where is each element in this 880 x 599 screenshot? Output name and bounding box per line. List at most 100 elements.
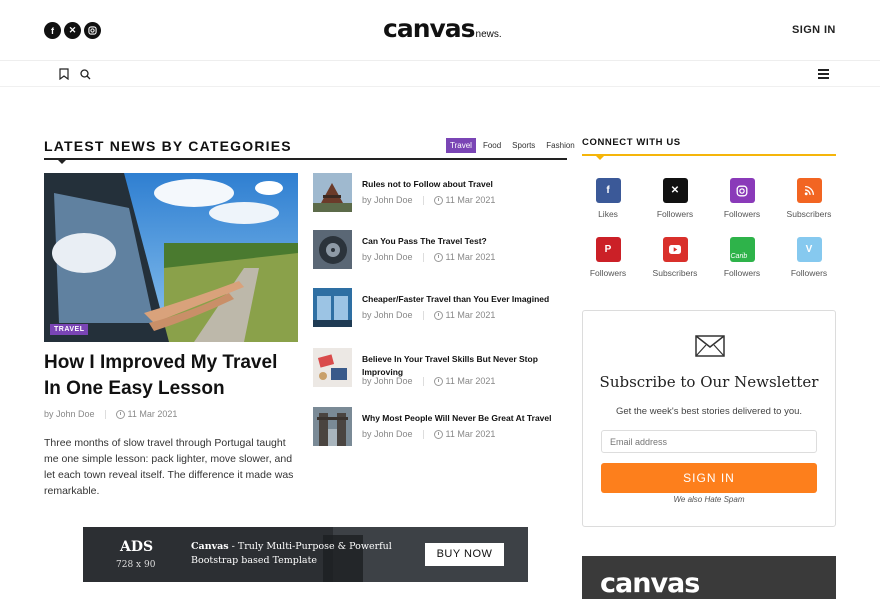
meta-separator: [422, 195, 424, 205]
x-icon[interactable]: ✕: [64, 22, 81, 39]
author[interactable]: by John Doe: [362, 429, 413, 439]
instagram-icon[interactable]: [729, 178, 755, 203]
author[interactable]: by John Doe: [362, 310, 413, 320]
sub-nav: [0, 61, 880, 87]
article-thumbnail[interactable]: [313, 173, 352, 212]
buy-now-button[interactable]: BUY NOW: [425, 543, 504, 566]
email-field[interactable]: [601, 430, 817, 453]
sign-in-link[interactable]: SIGN IN: [792, 24, 836, 36]
author[interactable]: by John Doe: [362, 252, 413, 262]
caribbean-icon[interactable]: Carib: [729, 237, 755, 262]
social-label: Likes: [598, 209, 618, 219]
social-label: Followers: [723, 268, 761, 278]
connect-divider: [582, 154, 836, 156]
social-label: Followers: [656, 209, 694, 219]
article-meta: by John Doe 11 Mar 2021: [362, 195, 495, 205]
newsletter-subtitle: Get the week's best stories delivered to…: [615, 406, 803, 417]
category-badge[interactable]: TRAVEL: [50, 324, 89, 335]
social-counter-pinterest: P Followers: [578, 237, 638, 278]
ad-label: ADS: [120, 539, 154, 555]
vimeo-icon[interactable]: V: [796, 237, 822, 262]
article-title[interactable]: Why Most People Will Never Be Great At T…: [362, 412, 562, 425]
list-item: Can You Pass The Travel Test? by John Do…: [313, 230, 567, 270]
section-divider: [44, 158, 567, 160]
bookmark-icon[interactable]: [59, 67, 69, 85]
connect-title: CONNECT WITH US: [582, 137, 681, 148]
article-meta: by John Doe 11 Mar 2021: [362, 376, 495, 386]
newsletter-note: We also Hate Spam: [673, 495, 745, 504]
article-title[interactable]: Cheaper/Faster Travel than You Ever Imag…: [362, 293, 562, 306]
ad-text: Canvas - Truly Multi-Purpose & Powerful …: [191, 540, 401, 568]
featured-meta: by John Doe 11 Mar 2021: [44, 409, 177, 419]
date: 11 Mar 2021: [445, 310, 496, 320]
site-logo[interactable]: canvas news.: [383, 14, 502, 43]
social-label: Followers: [723, 209, 761, 219]
author[interactable]: by John Doe: [362, 376, 413, 386]
tab-food[interactable]: Food: [479, 138, 505, 153]
newsletter-title: Subscribe to Our Newsletter: [599, 373, 819, 391]
x-icon[interactable]: ✕: [662, 178, 688, 203]
date: 11 Mar 2021: [445, 376, 496, 386]
ad-brand: Canvas: [191, 541, 229, 552]
search-icon[interactable]: [80, 67, 91, 85]
list-item: Why Most People Will Never Be Great At T…: [313, 407, 567, 447]
social-label: Subscribers: [786, 209, 832, 219]
clock-icon: [433, 252, 443, 262]
social-counter-youtube: Subscribers: [645, 237, 705, 278]
article-meta: by John Doe 11 Mar 2021: [362, 310, 495, 320]
meta-separator: [422, 310, 424, 320]
social-label: Followers: [790, 268, 828, 278]
rss-icon[interactable]: [796, 178, 822, 203]
article-thumbnail[interactable]: [313, 288, 352, 327]
facebook-icon[interactable]: f: [595, 178, 621, 203]
meta-separator: [104, 409, 106, 419]
article-thumbnail[interactable]: [313, 348, 352, 387]
instagram-icon[interactable]: [84, 22, 101, 39]
clock-icon: [115, 409, 125, 419]
logo-main-text: canvas: [383, 14, 476, 43]
social-counter-rss: Subscribers: [779, 178, 839, 219]
article-thumbnail[interactable]: [313, 230, 352, 269]
article-title[interactable]: Can You Pass The Travel Test?: [362, 235, 562, 248]
date: 11 Mar 2021: [445, 429, 496, 439]
subscribe-button[interactable]: SIGN IN: [601, 463, 817, 493]
article-meta: by John Doe 11 Mar 2021: [362, 429, 495, 439]
date: 11 Mar 2021: [445, 195, 496, 205]
featured-excerpt: Three months of slow travel through Port…: [44, 437, 294, 497]
article-title[interactable]: Rules not to Follow about Travel: [362, 178, 562, 191]
tab-fashion[interactable]: Fashion: [542, 138, 578, 153]
connect-divider-pointer: [596, 156, 604, 160]
ad-size: 728 x 90: [116, 560, 156, 570]
social-counter-vimeo: V Followers: [779, 237, 839, 278]
list-item: Cheaper/Faster Travel than You Ever Imag…: [313, 288, 567, 328]
featured-image[interactable]: [44, 173, 298, 342]
article-thumbnail[interactable]: [313, 407, 352, 446]
envelope-icon: [695, 335, 725, 362]
meta-separator: [422, 252, 424, 262]
author[interactable]: by John Doe: [44, 409, 95, 419]
meta-separator: [422, 376, 424, 386]
sidebar-promo[interactable]: canvas: [582, 556, 836, 599]
social-counter-caribbean: Carib Followers: [712, 237, 772, 278]
meta-separator: [422, 429, 424, 439]
featured-title[interactable]: How I Improved My Travel In One Easy Les…: [44, 350, 298, 402]
date: 11 Mar 2021: [127, 409, 178, 419]
promo-logo-text: canvas: [600, 568, 700, 599]
social-label: Subscribers: [652, 268, 698, 278]
social-counter-facebook: f Likes: [578, 178, 638, 219]
pinterest-icon[interactable]: P: [595, 237, 621, 262]
clock-icon: [433, 195, 443, 205]
clock-icon: [433, 310, 443, 320]
tab-travel[interactable]: Travel: [446, 138, 476, 153]
ad-banner[interactable]: ADS 728 x 90 Canvas - Truly Multi-Purpos…: [83, 527, 528, 582]
facebook-icon[interactable]: f: [44, 22, 61, 39]
menu-icon[interactable]: [818, 69, 829, 81]
category-tabs: Travel Food Sports Fashion: [446, 138, 582, 153]
youtube-icon[interactable]: [662, 237, 688, 262]
list-item: Believe In Your Travel Skills But Never …: [313, 348, 567, 388]
clock-icon: [433, 376, 443, 386]
section-title: LATEST NEWS BY CATEGORIES: [44, 138, 292, 154]
clock-icon: [433, 429, 443, 439]
tab-sports[interactable]: Sports: [508, 138, 539, 153]
author[interactable]: by John Doe: [362, 195, 413, 205]
